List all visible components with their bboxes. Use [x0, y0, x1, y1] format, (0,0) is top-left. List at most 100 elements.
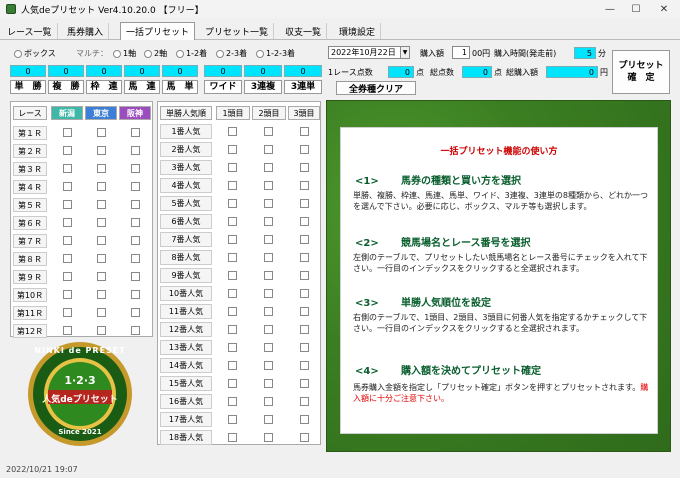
race-checkbox[interactable] [97, 164, 106, 173]
race-checkbox[interactable] [97, 290, 106, 299]
tab-preset-list[interactable]: プリセット一覧 [200, 23, 275, 39]
bet-type-tansho[interactable]: 単 勝 [10, 80, 46, 94]
race-checkbox[interactable] [131, 200, 140, 209]
bet-type-wide[interactable]: ワイド [204, 80, 242, 94]
popularity-row-label[interactable]: 16番人気 [160, 394, 212, 409]
popularity-checkbox[interactable] [228, 253, 237, 262]
popularity-checkbox[interactable] [228, 343, 237, 352]
race-row-label[interactable]: 第８Ｒ [13, 252, 47, 266]
popularity-row-label[interactable]: 15番人気 [160, 376, 212, 391]
popularity-checkbox[interactable] [228, 379, 237, 388]
multi-option-2jiku[interactable]: 2軸 [144, 48, 167, 59]
popularity-header[interactable]: 3頭目 [288, 106, 320, 120]
popularity-checkbox[interactable] [264, 397, 273, 406]
popularity-checkbox[interactable] [264, 271, 273, 280]
popularity-checkbox[interactable] [264, 199, 273, 208]
popularity-checkbox[interactable] [300, 343, 309, 352]
popularity-checkbox[interactable] [228, 415, 237, 424]
race-checkbox[interactable] [63, 182, 72, 191]
popularity-checkbox[interactable] [228, 127, 237, 136]
popularity-checkbox[interactable] [300, 199, 309, 208]
popularity-row-label[interactable]: 10番人気 [160, 286, 212, 301]
popularity-checkbox[interactable] [300, 253, 309, 262]
race-row-label[interactable]: 第６Ｒ [13, 216, 47, 230]
popularity-checkbox[interactable] [228, 181, 237, 190]
race-row-label[interactable]: 第４Ｒ [13, 180, 47, 194]
box-option[interactable]: ボックス [14, 48, 56, 59]
popularity-row-label[interactable]: 1番人気 [160, 124, 212, 139]
multi-radio[interactable] [144, 49, 152, 58]
popularity-checkbox[interactable] [228, 397, 237, 406]
race-checkbox[interactable] [63, 254, 72, 263]
bet-type-umatan[interactable]: 馬 単 [162, 80, 198, 94]
popularity-checkbox[interactable] [228, 289, 237, 298]
race-checkbox[interactable] [131, 326, 140, 335]
popularity-row-label[interactable]: 7番人気 [160, 232, 212, 247]
race-checkbox[interactable] [97, 308, 106, 317]
popularity-checkbox[interactable] [300, 307, 309, 316]
popularity-checkbox[interactable] [264, 343, 273, 352]
race-checkbox[interactable] [97, 128, 106, 137]
venue-header[interactable]: 阪神 [119, 106, 151, 120]
popularity-checkbox[interactable] [264, 379, 273, 388]
popularity-row-label[interactable]: 14番人気 [160, 358, 212, 373]
race-checkbox[interactable] [63, 146, 72, 155]
popularity-checkbox[interactable] [264, 235, 273, 244]
bet-type-umaren[interactable]: 馬 連 [124, 80, 160, 94]
race-checkbox[interactable] [131, 218, 140, 227]
popularity-checkbox[interactable] [264, 253, 273, 262]
multi-option-1-2-3[interactable]: 1-2-3着 [256, 48, 295, 59]
race-checkbox[interactable] [97, 326, 106, 335]
race-checkbox[interactable] [131, 236, 140, 245]
popularity-checkbox[interactable] [300, 289, 309, 298]
popularity-checkbox[interactable] [228, 307, 237, 316]
race-header[interactable]: レース [13, 106, 47, 120]
race-checkbox[interactable] [131, 290, 140, 299]
race-checkbox[interactable] [63, 290, 72, 299]
tab-bulk-preset[interactable]: 一括プリセット [120, 22, 196, 40]
race-checkbox[interactable] [63, 128, 72, 137]
popularity-checkbox[interactable] [264, 127, 273, 136]
race-checkbox[interactable] [97, 218, 106, 227]
race-checkbox[interactable] [131, 146, 140, 155]
popularity-checkbox[interactable] [264, 361, 273, 370]
popularity-checkbox[interactable] [300, 325, 309, 334]
race-checkbox[interactable] [131, 182, 140, 191]
popularity-checkbox[interactable] [228, 217, 237, 226]
multi-option-1jiku[interactable]: 1軸 [113, 48, 136, 59]
race-checkbox[interactable] [97, 200, 106, 209]
popularity-checkbox[interactable] [300, 379, 309, 388]
multi-radio[interactable] [256, 49, 264, 58]
popularity-row-label[interactable]: 3番人気 [160, 160, 212, 175]
popularity-checkbox[interactable] [228, 235, 237, 244]
venue-header[interactable]: 東京 [85, 106, 117, 120]
race-row-label[interactable]: 第３Ｒ [13, 162, 47, 176]
popularity-row-label[interactable]: 18番人気 [160, 430, 212, 445]
popularity-checkbox[interactable] [264, 307, 273, 316]
popularity-checkbox[interactable] [300, 415, 309, 424]
tab-balance[interactable]: 収支一覧 [280, 23, 328, 39]
race-checkbox[interactable] [97, 182, 106, 191]
race-checkbox[interactable] [63, 164, 72, 173]
popularity-checkbox[interactable] [228, 145, 237, 154]
race-row-label[interactable]: 第12Ｒ [13, 324, 47, 338]
tab-settings[interactable]: 環境設定 [334, 23, 382, 39]
venue-header[interactable]: 新潟 [51, 106, 83, 120]
race-checkbox[interactable] [63, 236, 72, 245]
race-row-label[interactable]: 第11Ｒ [13, 306, 47, 320]
popularity-checkbox[interactable] [264, 217, 273, 226]
race-row-label[interactable]: 第２Ｒ [13, 144, 47, 158]
race-checkbox[interactable] [63, 200, 72, 209]
minimize-button[interactable]: — [596, 0, 624, 18]
popularity-row-label[interactable]: 2番人気 [160, 142, 212, 157]
popularity-checkbox[interactable] [300, 145, 309, 154]
popularity-checkbox[interactable] [264, 433, 273, 442]
popularity-checkbox[interactable] [228, 325, 237, 334]
popularity-checkbox[interactable] [264, 145, 273, 154]
popularity-checkbox[interactable] [228, 271, 237, 280]
multi-option-2-3[interactable]: 2-3着 [216, 48, 247, 59]
race-checkbox[interactable] [63, 308, 72, 317]
race-checkbox[interactable] [131, 254, 140, 263]
popularity-row-label[interactable]: 6番人気 [160, 214, 212, 229]
multi-radio[interactable] [176, 49, 184, 58]
